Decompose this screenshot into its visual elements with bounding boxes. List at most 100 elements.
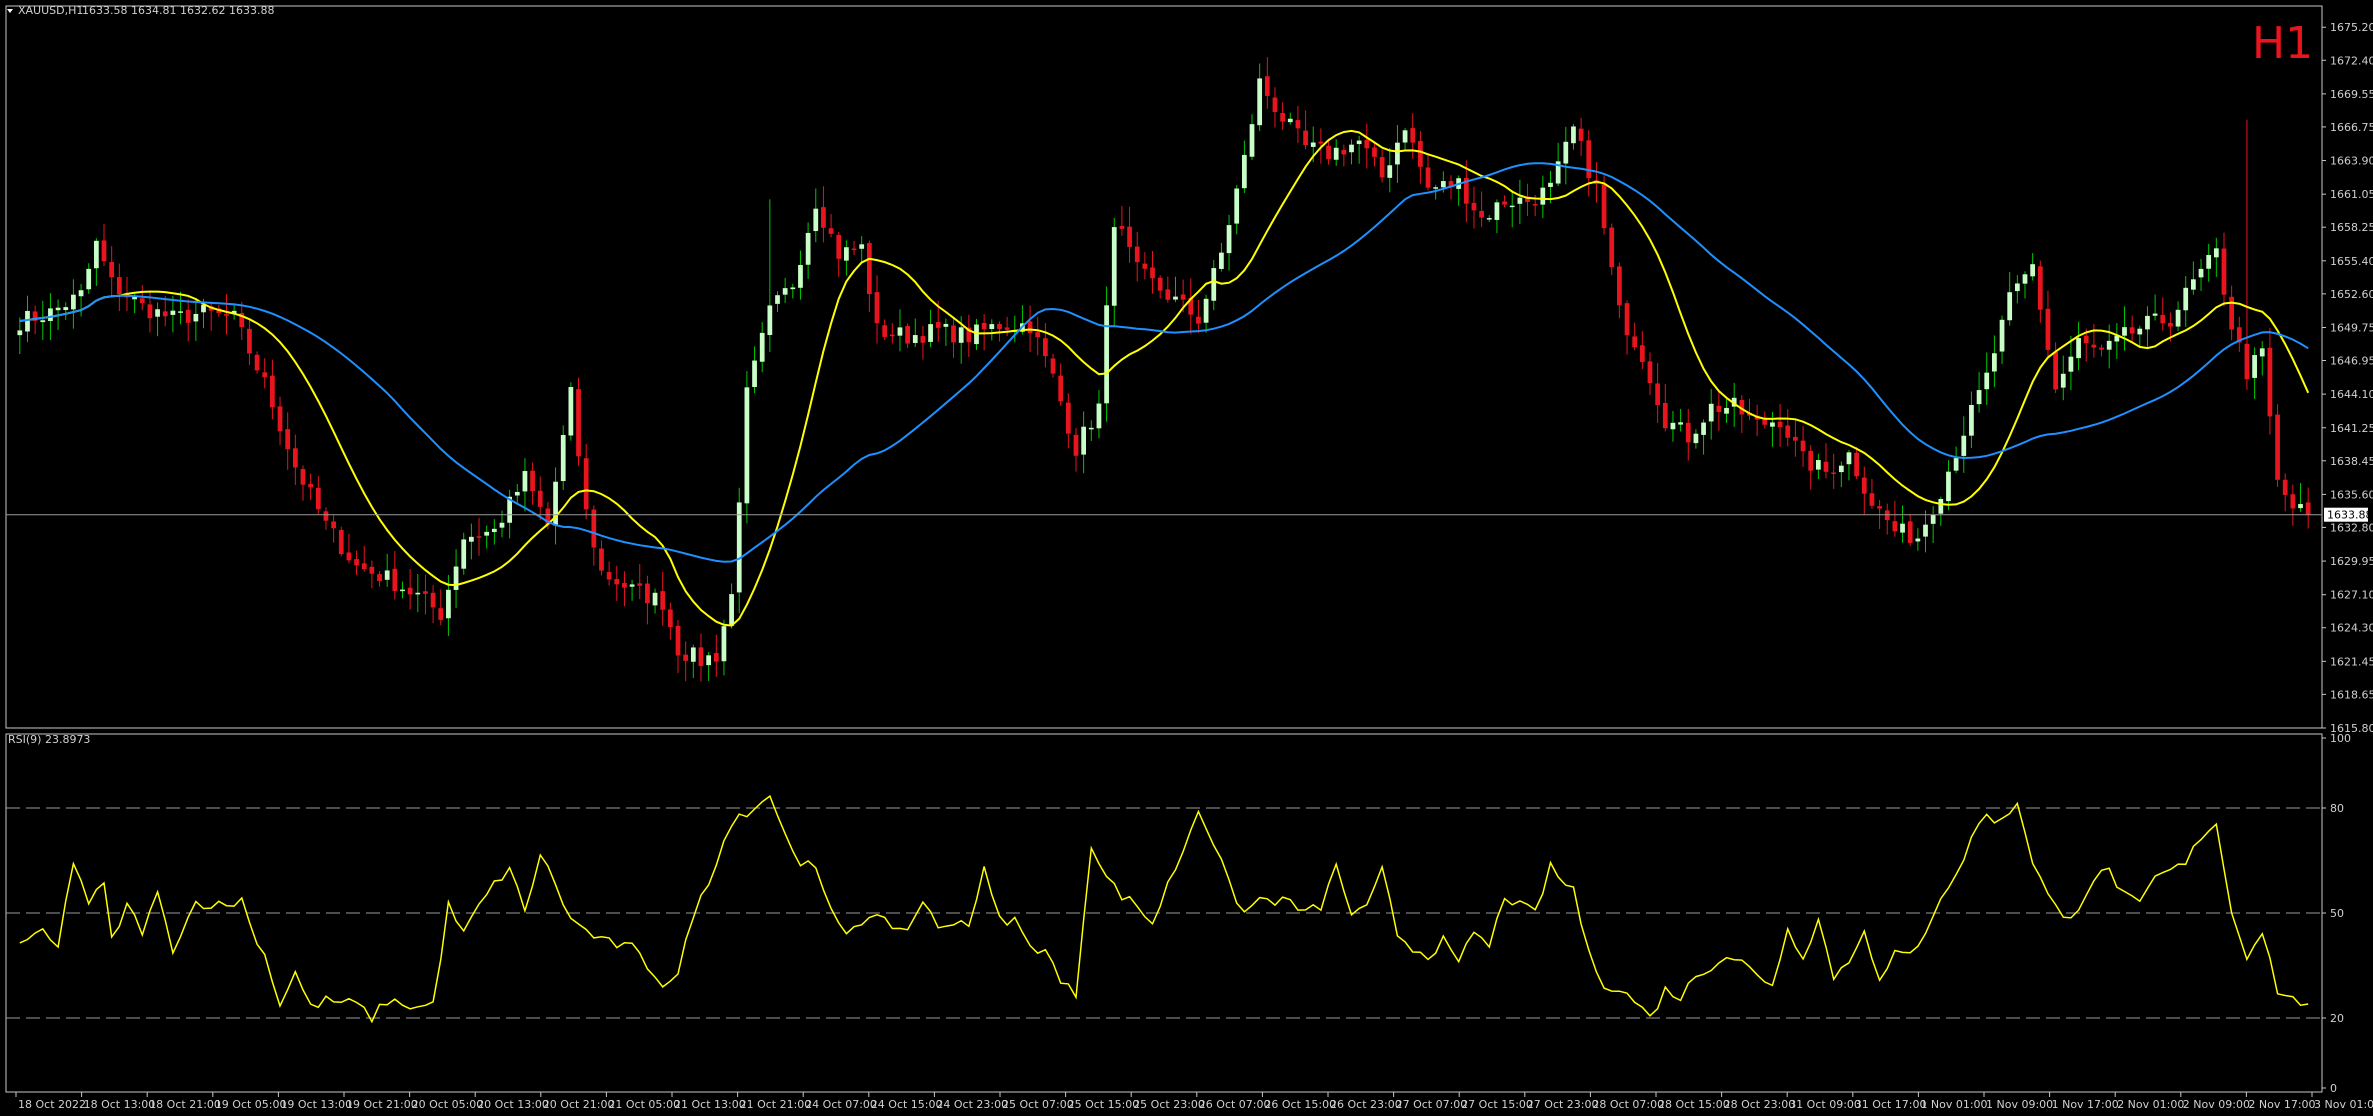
candle-body bbox=[1096, 403, 1102, 429]
candle-body bbox=[1815, 460, 1821, 470]
candle-body bbox=[331, 521, 336, 529]
candle-body bbox=[1976, 390, 1982, 405]
candle-body bbox=[1088, 427, 1094, 430]
candle-body bbox=[522, 471, 528, 492]
candle-body bbox=[844, 247, 849, 261]
candle-body bbox=[147, 304, 153, 319]
candle-body bbox=[323, 511, 329, 521]
candle-body bbox=[430, 592, 436, 608]
time-tick-label: 1 Nov 09:00 bbox=[1986, 1098, 2053, 1111]
candle-body bbox=[1930, 514, 1936, 524]
time-tick-label: 3 Nov 01:00 bbox=[2314, 1098, 2373, 1111]
candle-body bbox=[2183, 287, 2189, 311]
candle-body bbox=[1440, 181, 1446, 188]
candle-body bbox=[1892, 521, 1898, 532]
candle-body bbox=[1571, 126, 1576, 144]
candle-body bbox=[1264, 76, 1270, 96]
time-tick-label: 27 Oct 23:00 bbox=[1527, 1098, 1599, 1111]
candle-body bbox=[247, 328, 252, 354]
candle-body bbox=[1647, 361, 1653, 384]
candle-body bbox=[1303, 130, 1308, 146]
candle-body bbox=[836, 234, 842, 259]
candle-body bbox=[1609, 227, 1615, 268]
candle-body bbox=[2060, 373, 2066, 388]
candle-body bbox=[1724, 407, 1729, 414]
candle-body bbox=[446, 589, 451, 619]
candle-body bbox=[2030, 264, 2036, 277]
candle-body bbox=[1808, 450, 1814, 471]
candle-body bbox=[1081, 426, 1087, 455]
candle-body bbox=[1165, 289, 1171, 300]
candle-body bbox=[1127, 226, 1132, 247]
price-tick-label: 1658.25 bbox=[2330, 221, 2373, 234]
candle-body bbox=[2259, 348, 2265, 357]
price-tick-label: 1672.40 bbox=[2330, 54, 2373, 67]
candle-body bbox=[346, 552, 352, 561]
candle-body bbox=[1433, 187, 1439, 189]
candle-body bbox=[2282, 479, 2288, 495]
candle-body bbox=[71, 294, 76, 310]
rsi-label: RSI(9) 23.8973 bbox=[8, 733, 90, 746]
candle-body bbox=[1785, 425, 1791, 438]
candle-body bbox=[1027, 321, 1033, 333]
candle-body bbox=[2045, 308, 2051, 350]
candle-body bbox=[568, 387, 574, 436]
time-tick-label: 31 Oct 09:00 bbox=[1789, 1098, 1861, 1111]
candle-body bbox=[1341, 149, 1347, 155]
time-tick-label: 19 Oct 13:00 bbox=[280, 1098, 352, 1111]
candle-body bbox=[1639, 345, 1645, 362]
candle-body bbox=[453, 566, 459, 590]
time-tick-label: 2 Nov 17:00 bbox=[2248, 1098, 2315, 1111]
candle-body bbox=[1257, 78, 1263, 126]
candle-body bbox=[1517, 197, 1523, 204]
price-tick-label: 1666.75 bbox=[2330, 121, 2373, 134]
price-chart[interactable]: 1675.20 1672.40 1669.55 1666.75 1663.90 1661.… bbox=[0, 0, 2373, 1116]
candle-body bbox=[866, 243, 872, 295]
candle-body bbox=[1471, 202, 1477, 211]
candle-body bbox=[55, 307, 61, 311]
candle-body bbox=[78, 290, 84, 297]
time-tick-label: 28 Oct 23:00 bbox=[1724, 1098, 1796, 1111]
time-tick-label: 28 Oct 07:00 bbox=[1592, 1098, 1664, 1111]
price-tick-label: 1644.10 bbox=[2330, 388, 2373, 401]
candle-body bbox=[698, 647, 704, 667]
candle-body bbox=[499, 522, 505, 528]
candle-body bbox=[637, 583, 643, 586]
time-tick-label: 26 Oct 23:00 bbox=[1330, 1098, 1402, 1111]
candle-body bbox=[1961, 435, 1967, 456]
candle-body bbox=[1999, 319, 2005, 352]
candle-body bbox=[912, 335, 918, 343]
candle-body bbox=[1395, 142, 1400, 165]
candle-body bbox=[438, 608, 444, 620]
candle-body bbox=[997, 324, 1002, 329]
time-tick-label: 31 Oct 17:00 bbox=[1855, 1098, 1927, 1111]
candle-body bbox=[713, 653, 719, 662]
candle-body bbox=[1418, 140, 1423, 167]
candle-body bbox=[2091, 344, 2097, 348]
candle-body bbox=[93, 240, 99, 269]
price-tick-label: 1621.45 bbox=[2330, 655, 2373, 668]
candle-body bbox=[224, 314, 229, 316]
candle-body bbox=[2152, 313, 2158, 316]
chart-header-symbol: XAUUSD,H1 bbox=[18, 4, 83, 17]
candle-body bbox=[162, 311, 168, 317]
candle-body bbox=[2083, 335, 2089, 344]
time-tick-label: 26 Oct 15:00 bbox=[1264, 1098, 1336, 1111]
time-tick-label: 21 Oct 21:00 bbox=[740, 1098, 812, 1111]
candle-body bbox=[25, 310, 30, 332]
candle-body bbox=[361, 563, 367, 570]
candle-body bbox=[48, 308, 53, 322]
candle-body bbox=[1425, 167, 1431, 188]
candle-body bbox=[706, 655, 711, 666]
price-tick-label: 1627.10 bbox=[2330, 589, 2373, 602]
candle-body bbox=[2053, 351, 2058, 390]
candle-body bbox=[1563, 141, 1569, 164]
candle-body bbox=[690, 647, 696, 662]
candle-body bbox=[423, 591, 428, 594]
candle-body bbox=[1326, 145, 1331, 160]
candle-body bbox=[1854, 452, 1859, 477]
candle-body bbox=[2160, 314, 2166, 324]
candle-body bbox=[155, 309, 160, 317]
price-tick-label: 1618.65 bbox=[2330, 688, 2373, 701]
time-tick-label: 19 Oct 21:00 bbox=[346, 1098, 418, 1111]
